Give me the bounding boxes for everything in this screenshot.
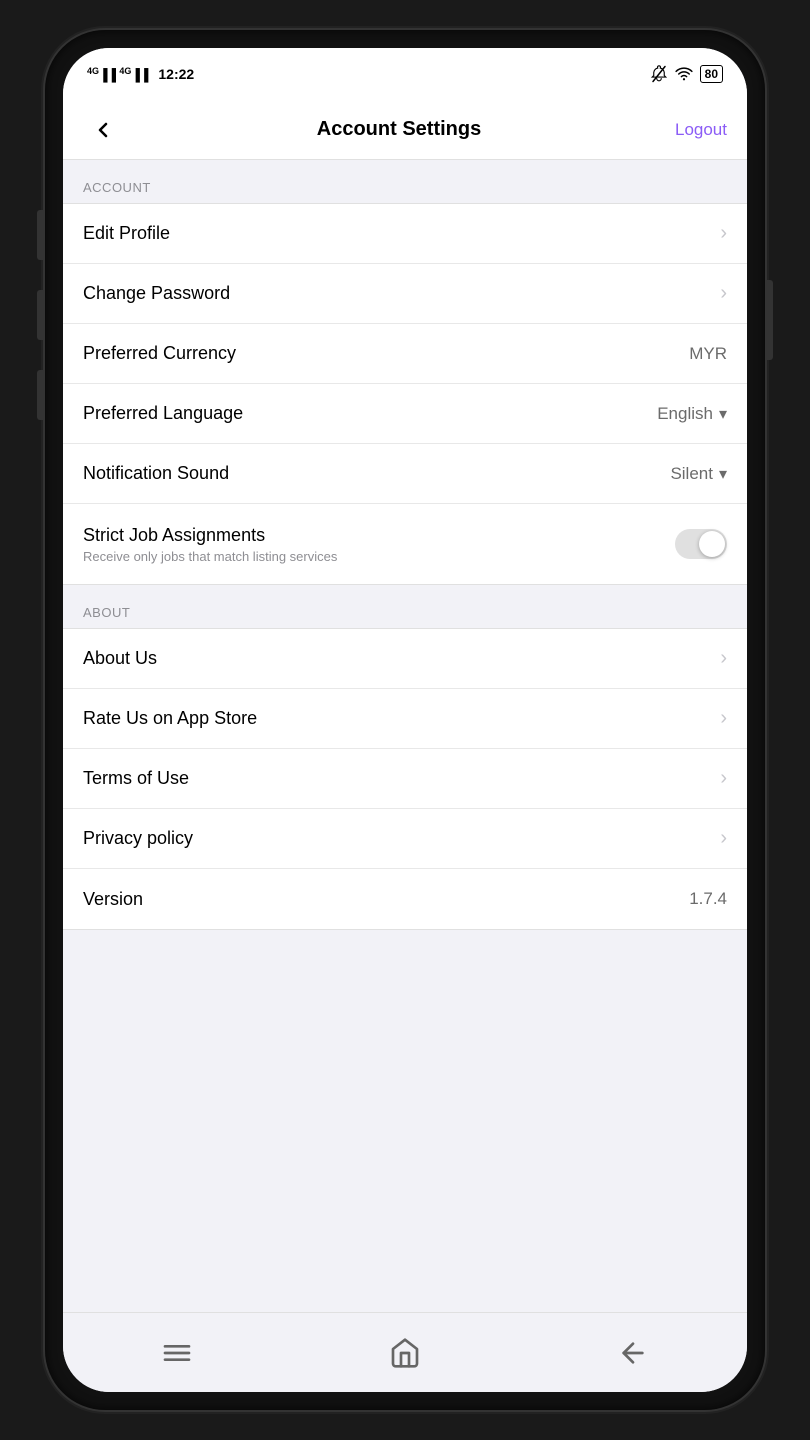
strict-job-toggle[interactable] bbox=[675, 529, 727, 559]
change-password-chevron: › bbox=[720, 282, 727, 305]
version-item: Version 1.7.4 bbox=[63, 869, 747, 929]
preferred-language-dropdown-icon: ▾ bbox=[719, 404, 727, 424]
logout-button[interactable]: Logout bbox=[675, 120, 727, 140]
time: 12:22 bbox=[158, 66, 194, 82]
terms-of-use-chevron: › bbox=[720, 767, 727, 790]
notification-sound-value: Silent bbox=[670, 464, 713, 484]
rate-us-label: Rate Us on App Store bbox=[83, 708, 257, 728]
status-left: 4G▐▐ 4G▐▐ 12:22 bbox=[87, 66, 194, 82]
nav-header: Account Settings Logout bbox=[63, 100, 747, 160]
back-button[interactable] bbox=[83, 110, 123, 150]
back-nav-button[interactable] bbox=[603, 1323, 663, 1383]
status-bar: 4G▐▐ 4G▐▐ 12:22 80 bbox=[63, 48, 747, 100]
account-section-header: ACCOUNT bbox=[63, 160, 747, 203]
about-us-item[interactable]: About Us › bbox=[63, 629, 747, 689]
account-settings-list: Edit Profile › Change Password › bbox=[63, 203, 747, 585]
privacy-policy-item[interactable]: Privacy policy › bbox=[63, 809, 747, 869]
about-us-chevron: › bbox=[720, 647, 727, 670]
edit-profile-label: Edit Profile bbox=[83, 223, 170, 243]
toggle-knob bbox=[699, 531, 725, 557]
preferred-currency-label: Preferred Currency bbox=[83, 343, 236, 363]
about-us-label: About Us bbox=[83, 648, 157, 668]
preferred-language-item[interactable]: Preferred Language English ▾ bbox=[63, 384, 747, 444]
strict-job-sublabel: Receive only jobs that match listing ser… bbox=[83, 549, 675, 564]
settings-content: ACCOUNT Edit Profile › Change Password bbox=[63, 160, 747, 1312]
status-right: 80 bbox=[650, 65, 723, 83]
preferred-language-label: Preferred Language bbox=[83, 403, 243, 423]
privacy-policy-chevron: › bbox=[720, 827, 727, 850]
menu-nav-button[interactable] bbox=[147, 1323, 207, 1383]
back-icon bbox=[617, 1337, 649, 1369]
strict-job-label: Strict Job Assignments bbox=[83, 525, 265, 545]
version-value: 1.7.4 bbox=[689, 889, 727, 909]
rate-us-chevron: › bbox=[720, 707, 727, 730]
about-section-header: ABOUT bbox=[63, 585, 747, 628]
home-nav-button[interactable] bbox=[375, 1323, 435, 1383]
wifi-icon bbox=[674, 65, 694, 83]
change-password-label: Change Password bbox=[83, 283, 230, 303]
terms-of-use-item[interactable]: Terms of Use › bbox=[63, 749, 747, 809]
strict-job-assignments-item[interactable]: Strict Job Assignments Receive only jobs… bbox=[63, 504, 747, 584]
privacy-policy-label: Privacy policy bbox=[83, 828, 193, 848]
notification-sound-dropdown-icon: ▾ bbox=[719, 464, 727, 484]
version-label: Version bbox=[83, 889, 143, 909]
about-settings-list: About Us › Rate Us on App Store › bbox=[63, 628, 747, 930]
bottom-nav bbox=[63, 1312, 747, 1392]
notification-off-icon bbox=[650, 65, 668, 83]
terms-of-use-label: Terms of Use bbox=[83, 768, 189, 788]
battery-indicator: 80 bbox=[700, 65, 723, 83]
notification-sound-label: Notification Sound bbox=[83, 463, 229, 483]
home-icon bbox=[389, 1337, 421, 1369]
notification-sound-item[interactable]: Notification Sound Silent ▾ bbox=[63, 444, 747, 504]
preferred-currency-value: MYR bbox=[689, 344, 727, 364]
preferred-language-value: English bbox=[657, 404, 713, 424]
change-password-item[interactable]: Change Password › bbox=[63, 264, 747, 324]
menu-icon bbox=[161, 1337, 193, 1369]
edit-profile-item[interactable]: Edit Profile › bbox=[63, 204, 747, 264]
edit-profile-chevron: › bbox=[720, 222, 727, 245]
page-title: Account Settings bbox=[317, 118, 481, 141]
rate-us-item[interactable]: Rate Us on App Store › bbox=[63, 689, 747, 749]
preferred-currency-item[interactable]: Preferred Currency MYR bbox=[63, 324, 747, 384]
network-indicator: 4G▐▐ 4G▐▐ bbox=[87, 66, 148, 82]
